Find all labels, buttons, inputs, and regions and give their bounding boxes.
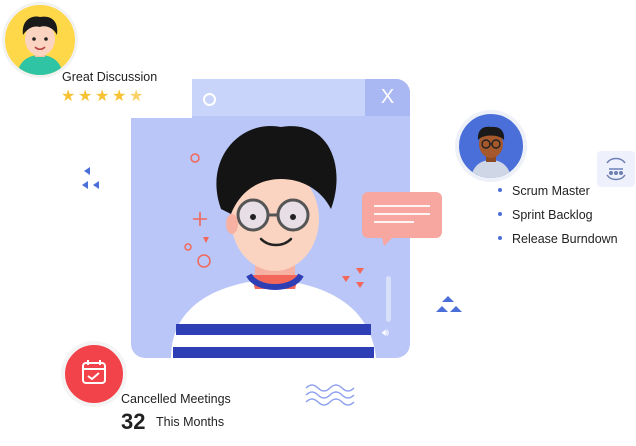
star-icon: ★ — [112, 88, 127, 105]
chat-bubble-icon — [362, 192, 442, 246]
meetings-label: Cancelled Meetings — [121, 392, 231, 406]
avatar — [2, 2, 78, 78]
speaker-icon[interactable]: 🔊︎ — [382, 327, 389, 340]
wave-decoration — [305, 384, 355, 406]
list-item: Scrum Master — [498, 184, 590, 198]
star-icon: ★ — [61, 88, 76, 105]
calendar-check-icon — [61, 341, 127, 407]
close-button[interactable]: X — [365, 79, 410, 116]
scrum-cycle-icon — [597, 151, 635, 187]
list-item-label: Release Burndown — [512, 232, 618, 246]
list-item: Release Burndown — [498, 232, 618, 246]
arrows-decoration — [82, 167, 99, 189]
triangles-decoration — [342, 268, 364, 288]
list-item-label: Scrum Master — [512, 184, 590, 198]
star-icon: ★ — [78, 88, 93, 105]
avatar — [455, 110, 527, 182]
half-star-icon: ★ — [129, 88, 144, 105]
meetings-unit: This Months — [156, 415, 225, 429]
meetings-count: 32 — [121, 409, 146, 434]
rating-label: Great Discussion — [62, 70, 158, 84]
triangles-decoration — [436, 296, 462, 312]
star-icon: ★ — [95, 88, 110, 105]
list-item-label: Sprint Backlog — [512, 208, 593, 222]
window-dot-icon — [203, 93, 216, 106]
volume-slider[interactable] — [386, 276, 391, 322]
list-item: Sprint Backlog — [498, 208, 593, 222]
